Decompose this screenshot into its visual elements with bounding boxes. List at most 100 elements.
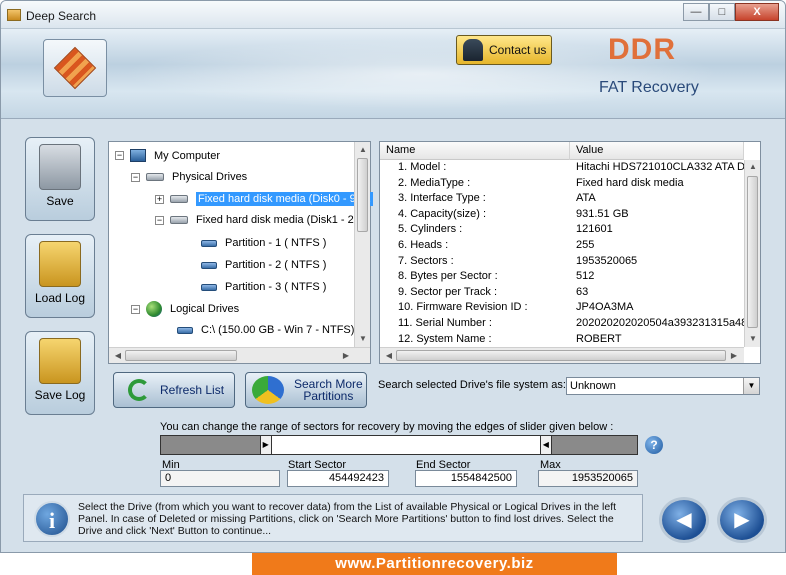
- computer-icon: [130, 149, 146, 162]
- tree-horizontal-scrollbar[interactable]: ◀ ▶: [109, 347, 370, 363]
- tree-label-physical: Physical Drives: [172, 171, 248, 183]
- scroll-thumb[interactable]: [396, 350, 726, 361]
- table-row[interactable]: 7. Sectors : 1953520065: [380, 255, 744, 271]
- close-button[interactable]: X: [735, 3, 779, 21]
- row-name: 12. System Name :: [398, 332, 492, 345]
- tree-node-partition-3[interactable]: Partition - 3 ( NTFS ): [201, 281, 326, 293]
- table-row[interactable]: 10. Firmware Revision ID : JP4OA3MA: [380, 301, 744, 317]
- pie-chart-icon: [252, 376, 284, 404]
- scroll-thumb[interactable]: [357, 158, 368, 232]
- tree-node-physical-drives[interactable]: − Physical Drives: [131, 171, 247, 183]
- row-name: 10. Firmware Revision ID :: [398, 301, 528, 314]
- tree-label-disk0: Fixed hard disk media (Disk0 - 931.: [196, 192, 374, 206]
- file-system-select[interactable]: Unknown ▼: [566, 377, 760, 395]
- row-name: 11. Serial Number :: [398, 317, 492, 329]
- collapse-icon[interactable]: −: [155, 215, 164, 225]
- row-value: ATA: [576, 192, 596, 205]
- next-button[interactable]: ▶: [717, 497, 767, 543]
- contact-us-button[interactable]: Contact us: [456, 35, 552, 65]
- partition-icon: [201, 261, 217, 269]
- tree-vertical-scrollbar[interactable]: ▲ ▼: [354, 142, 370, 347]
- contact-us-label: Contact us: [489, 43, 547, 57]
- refresh-list-button[interactable]: Refresh List: [113, 372, 235, 408]
- scroll-up-icon[interactable]: ▲: [746, 162, 760, 171]
- tree-label-c-drive: C:\ (150.00 GB - Win 7 - NTFS): [201, 324, 355, 336]
- details-horizontal-scrollbar[interactable]: ◀ ▶: [380, 347, 744, 363]
- chevron-down-icon[interactable]: ▼: [743, 378, 759, 394]
- column-header-name[interactable]: Name: [380, 142, 570, 160]
- hard-disk-icon: [170, 195, 188, 203]
- row-name: 1. Model :: [398, 161, 447, 173]
- row-name: 5. Cylinders :: [398, 223, 463, 236]
- file-system-value: Unknown: [570, 380, 616, 392]
- save-button[interactable]: Save: [25, 137, 95, 221]
- tree-node-c-drive[interactable]: C:\ (150.00 GB - Win 7 - NTFS): [177, 324, 354, 336]
- table-row[interactable]: 5. Cylinders : 121601: [380, 223, 744, 239]
- tree-label-partition-2: Partition - 2 ( NTFS ): [225, 259, 327, 271]
- tree-label-my-computer: My Computer: [154, 149, 221, 162]
- brand-name: DDR: [608, 33, 676, 66]
- end-sector-field[interactable]: 1554842500: [415, 470, 517, 487]
- slider-start-handle[interactable]: ▶: [259, 436, 272, 454]
- table-row[interactable]: 11. Serial Number : 202020202020504a39323…: [380, 317, 744, 333]
- collapse-icon[interactable]: −: [115, 151, 124, 160]
- partition-icon: [201, 239, 217, 247]
- row-value: 1953520065: [576, 254, 638, 267]
- tree-node-logical-drives[interactable]: − Logical Drives: [131, 301, 239, 317]
- table-row[interactable]: 4. Capacity(size) : 931.51 GB: [380, 208, 744, 224]
- arrow-left-icon: ◀: [676, 509, 692, 531]
- back-button[interactable]: ◀: [659, 497, 709, 543]
- row-name: 2. MediaType :: [398, 176, 471, 189]
- scroll-up-icon[interactable]: ▲: [356, 145, 370, 154]
- table-row[interactable]: 3. Interface Type : ATA: [380, 192, 744, 208]
- table-row[interactable]: 8. Bytes per Sector : 512: [380, 270, 744, 286]
- drive-details-panel[interactable]: Name Value 1. Model : Hitachi HDS721010CL…: [379, 141, 761, 364]
- slider-end-handle[interactable]: ◀: [539, 436, 552, 454]
- table-row[interactable]: 1. Model : Hitachi HDS721010CLA332 ATA De…: [380, 161, 744, 177]
- expand-icon[interactable]: +: [155, 194, 164, 204]
- column-header-value[interactable]: Value: [570, 142, 744, 160]
- load-log-button[interactable]: Load Log: [25, 234, 95, 318]
- tree-node-partition-1[interactable]: Partition - 1 ( NTFS ): [201, 237, 326, 249]
- info-icon: i: [34, 501, 70, 537]
- collapse-icon[interactable]: −: [131, 172, 140, 182]
- arrow-right-icon: ▶: [734, 509, 750, 531]
- hard-disk-icon: [170, 216, 188, 224]
- scroll-left-icon[interactable]: ◀: [382, 351, 396, 360]
- max-sector-field: 1953520065: [538, 470, 638, 487]
- table-row[interactable]: 6. Heads : 255: [380, 239, 744, 255]
- search-more-partitions-button[interactable]: Search More Partitions: [245, 372, 367, 408]
- tree-node-disk1[interactable]: − Fixed hard disk media (Disk1 - 2.73: [155, 214, 369, 226]
- maximize-button[interactable]: □: [709, 3, 735, 21]
- tree-node-my-computer[interactable]: − My Computer: [115, 149, 220, 162]
- scroll-right-icon[interactable]: ▶: [339, 351, 353, 360]
- app-icon: [7, 9, 21, 21]
- tree-node-partition-2[interactable]: Partition - 2 ( NTFS ): [201, 259, 326, 271]
- help-icon[interactable]: ?: [645, 436, 663, 454]
- search-more-label-line2: Partitions: [303, 389, 354, 403]
- details-vertical-scrollbar[interactable]: ▲ ▼: [744, 160, 760, 347]
- scroll-right-icon[interactable]: ▶: [727, 351, 741, 360]
- table-row[interactable]: 12. System Name : ROBERT: [380, 333, 744, 349]
- info-text: Select the Drive (from which you want to…: [78, 501, 617, 537]
- start-sector-field[interactable]: 454492423: [287, 470, 389, 487]
- scroll-thumb[interactable]: [125, 350, 237, 361]
- window-title: Deep Search: [26, 9, 97, 23]
- save-label: Save: [46, 194, 74, 208]
- row-name: 3. Interface Type :: [398, 192, 486, 205]
- range-instruction: You can change the range of sectors for …: [160, 421, 614, 433]
- window-controls: — □ X: [683, 3, 779, 21]
- tree-node-disk0[interactable]: + Fixed hard disk media (Disk0 - 931.: [155, 192, 374, 206]
- table-row[interactable]: 9. Sector per Track : 63: [380, 286, 744, 302]
- drive-tree-panel[interactable]: − My Computer − Physical Drives + Fixed …: [108, 141, 374, 364]
- minimize-button[interactable]: —: [683, 3, 709, 21]
- scroll-thumb[interactable]: [747, 176, 758, 328]
- scroll-down-icon[interactable]: ▼: [746, 334, 760, 343]
- sector-range-slider[interactable]: ▶ ◀: [160, 435, 638, 455]
- scroll-left-icon[interactable]: ◀: [111, 351, 125, 360]
- save-log-button[interactable]: Save Log: [25, 331, 95, 415]
- collapse-icon[interactable]: −: [131, 304, 140, 314]
- scroll-down-icon[interactable]: ▼: [356, 334, 370, 343]
- load-log-icon: [39, 241, 81, 287]
- table-row[interactable]: 2. MediaType : Fixed hard disk media: [380, 177, 744, 193]
